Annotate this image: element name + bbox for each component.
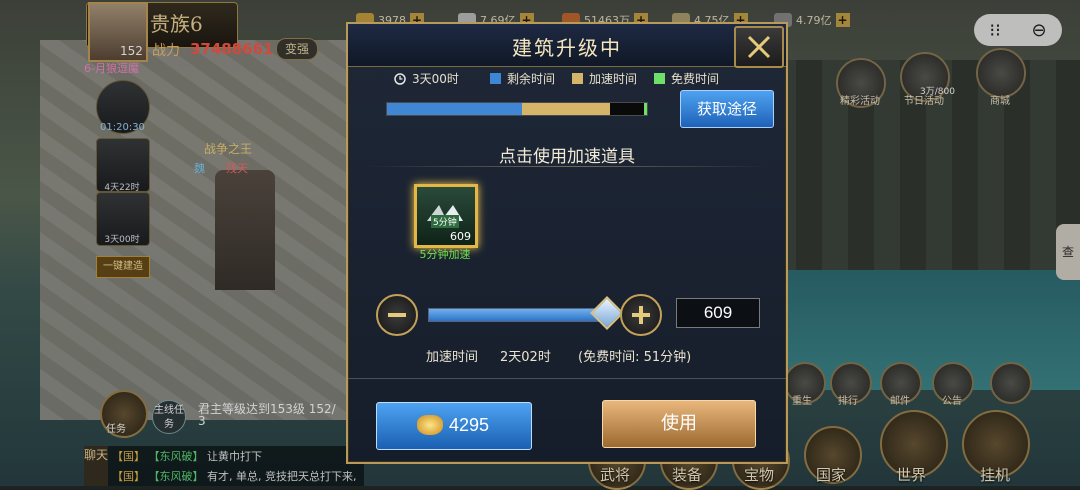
use-button[interactable]: 使用 — [602, 400, 756, 448]
slider-fill — [429, 309, 605, 321]
minus-icon — [388, 313, 406, 317]
increase-button[interactable] — [620, 294, 662, 336]
time-progress-bar — [386, 102, 648, 116]
quantity-input[interactable]: 609 — [676, 298, 760, 328]
progress-remaining — [387, 103, 522, 115]
speedup-time-value: 2天02时 — [500, 350, 551, 365]
quantity-slider[interactable] — [428, 296, 624, 330]
legend-swatch — [654, 73, 665, 84]
divider — [348, 378, 786, 379]
free-time-text: (免费时间: 51分钟) — [578, 350, 692, 365]
speedup-item[interactable]: 5分钟 609 — [414, 184, 478, 248]
get-source-button[interactable]: 获取途径 — [680, 90, 774, 128]
section-title: 点击使用加速道具 — [499, 147, 635, 167]
legend-free: 免费时间 — [654, 70, 719, 87]
legend-label: 加速时间 — [589, 72, 638, 86]
item-tag: 5分钟 — [431, 215, 459, 228]
gold-ingot-icon — [417, 415, 443, 435]
speedup-time-label: 加速时间 — [426, 350, 479, 365]
progress-free — [644, 103, 647, 115]
total-remaining: 3天00时 — [394, 70, 459, 87]
legend-swatch — [572, 73, 583, 84]
decrease-button[interactable] — [376, 294, 418, 336]
close-icon[interactable] — [736, 28, 782, 66]
speedup-dialog: 建筑升级中 3天00时 剩余时间 加速时间 免费时间 获取途径 点击使用加速道具 — [346, 22, 788, 464]
item-name: 5分钟加速 — [419, 248, 471, 261]
legend-label: 免费时间 — [671, 72, 720, 86]
gold-speedup-button[interactable]: 4295 — [376, 402, 532, 450]
legend-remaining: 剩余时间 — [490, 70, 555, 87]
divider — [366, 166, 768, 167]
progress-speedup — [522, 103, 610, 115]
legend-swatch — [490, 73, 501, 84]
plus-icon — [632, 306, 650, 324]
legend-label: 剩余时间 — [507, 72, 556, 86]
close-button[interactable] — [734, 26, 784, 68]
clock-icon — [394, 72, 406, 85]
legend-speedup: 加速时间 — [572, 70, 637, 87]
item-count: 609 — [450, 230, 471, 243]
slider-thumb[interactable] — [590, 296, 624, 330]
gold-cost: 4295 — [449, 415, 490, 435]
total-remaining-value: 3天00时 — [412, 72, 459, 86]
dialog-title: 建筑升级中 — [512, 36, 622, 60]
